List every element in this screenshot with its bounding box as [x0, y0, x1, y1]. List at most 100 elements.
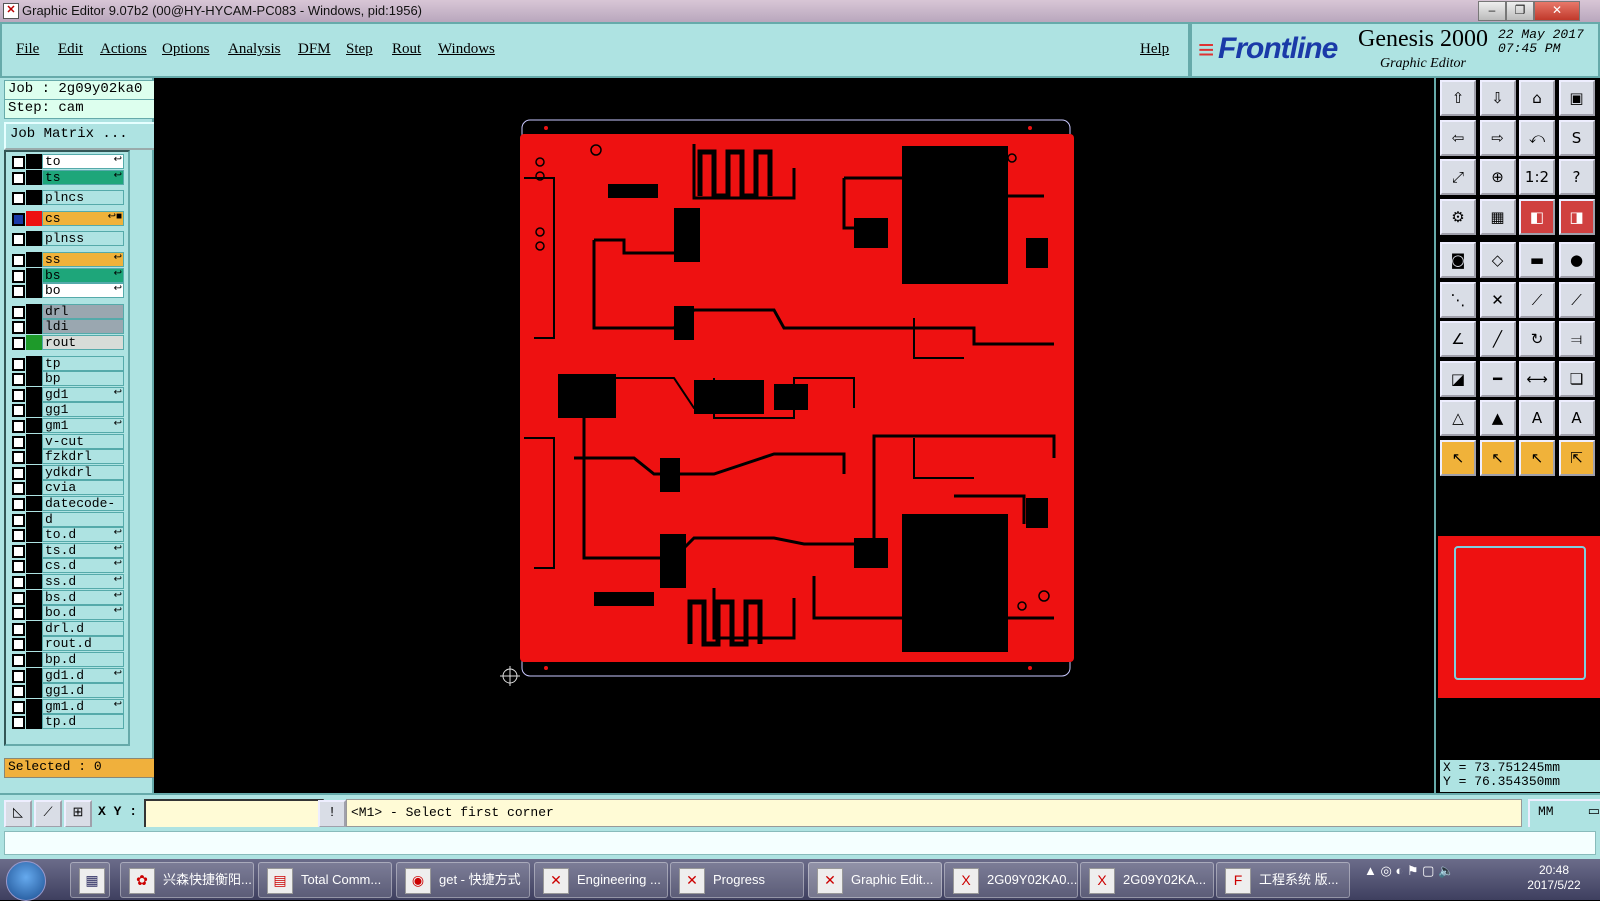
layer-row-bs-d[interactable]: bs.d ↩ [8, 589, 126, 605]
layer-name[interactable]: tp [42, 355, 124, 371]
layer-checkbox[interactable] [12, 669, 25, 683]
layer-checkbox[interactable] [12, 321, 25, 335]
layer-row-fzkdrl[interactable]: fzkdrl [8, 449, 126, 465]
layer-name[interactable]: cs.d [42, 558, 124, 574]
menu-analysis[interactable]: Analysis [228, 41, 281, 58]
layer-name[interactable]: drl [42, 303, 124, 319]
layer-checkbox[interactable] [12, 544, 25, 558]
taskbar-item[interactable]: X 2G09Y02KA0... [944, 862, 1078, 898]
layer-row-gm1-d[interactable]: gm1.d ↩ [8, 698, 126, 714]
snap-icon[interactable]: ⚙ [1440, 198, 1476, 235]
layer-row-tp[interactable]: tp [8, 355, 126, 371]
layer-checkbox[interactable] [12, 269, 25, 283]
taskbar-item[interactable]: ✕ Graphic Edit... [808, 862, 942, 898]
layer-checkbox[interactable] [12, 337, 25, 350]
system-tray[interactable]: ▲ ◎ ◐ ⚑ ▢ 🔈 [1364, 863, 1534, 895]
show-desktop-icon[interactable]: ▦ [70, 862, 110, 898]
layer-checkbox[interactable] [12, 513, 25, 527]
layer-name[interactable]: fzkdrl [42, 449, 124, 465]
snap-mode-icon[interactable]: ◺ [4, 800, 32, 828]
taskbar-item[interactable]: ✕ Progress [670, 862, 804, 898]
home-icon[interactable]: ⌂ [1519, 80, 1555, 116]
layer-checkbox[interactable] [12, 482, 25, 496]
layer-name[interactable]: gm1 [42, 418, 124, 433]
pointer-icon[interactable]: ↖ [1440, 439, 1476, 476]
layer-name[interactable]: ldi [42, 319, 124, 335]
layer-name[interactable]: plncs [42, 190, 124, 206]
taskbar-item[interactable]: X 2G09Y02KA... [1080, 862, 1214, 898]
layer-name[interactable]: d [42, 511, 124, 527]
layer-checkbox[interactable] [12, 420, 25, 433]
scale-icon[interactable]: 1:2 [1519, 159, 1555, 195]
layer-checkbox[interactable] [12, 654, 25, 667]
layer-checkbox[interactable] [12, 685, 25, 699]
layer-checkbox[interactable] [12, 638, 25, 652]
info-icon[interactable]: ! [318, 800, 346, 828]
layer-name[interactable]: bp [42, 371, 124, 387]
layer-checkbox[interactable] [12, 716, 25, 730]
maximize-button[interactable]: ❐ [1506, 1, 1534, 21]
pad-add-icon[interactable]: ◪ [1440, 360, 1476, 397]
layer-checkbox[interactable] [12, 212, 25, 226]
layer-name[interactable]: bs.d [42, 589, 124, 605]
layer-checkbox[interactable] [12, 171, 25, 185]
zoom-home-icon[interactable]: ⊕ [1479, 159, 1516, 195]
menu-step[interactable]: Step [346, 41, 373, 58]
units-button[interactable]: MM ▭ [1528, 799, 1600, 829]
layer-checkbox[interactable] [12, 192, 25, 206]
copy-icon[interactable]: ❏ [1558, 360, 1595, 397]
layer-row-bs[interactable]: bs ↩ [8, 267, 126, 283]
minimize-button[interactable]: ‒ [1478, 1, 1506, 21]
layer-name[interactable]: bo.d [42, 605, 124, 621]
triangle-1-icon[interactable]: △ [1440, 400, 1476, 436]
dash-icon[interactable]: ━ [1479, 360, 1516, 397]
dot-icon[interactable]: ● [1558, 242, 1595, 278]
layer-name[interactable]: cvia [42, 480, 124, 496]
layer-name[interactable]: ss [42, 252, 124, 267]
triangle-2-icon[interactable]: ▲ [1479, 400, 1516, 436]
layer-name[interactable]: gg1 [42, 402, 124, 418]
layer-checkbox[interactable] [12, 156, 25, 169]
shape-icon[interactable]: ◇ [1479, 242, 1516, 278]
measure-mode-icon[interactable]: ⟋ [34, 800, 62, 828]
grid-icon[interactable]: ▦ [1479, 198, 1516, 235]
move-left-icon[interactable]: ⇦ [1440, 119, 1476, 156]
menu-options[interactable]: Options [162, 41, 210, 58]
arc-icon[interactable]: ↻ [1519, 321, 1555, 357]
layer-checkbox[interactable] [12, 591, 25, 605]
layer-row-gg1-d[interactable]: gg1.d [8, 683, 126, 699]
layer-name[interactable]: v-cut [42, 433, 124, 449]
layer-name[interactable]: bs [42, 267, 124, 283]
redraw-icon[interactable]: S [1558, 119, 1595, 156]
taskbar-item[interactable]: ✿ 兴森快捷衡阳... [120, 862, 254, 898]
layer-row-ts-d[interactable]: ts.d ↩ [8, 542, 126, 558]
layer-row-v-cut[interactable]: v-cut [8, 433, 126, 449]
layer-checkbox[interactable] [12, 254, 25, 267]
layer-row-datecode-to[interactable]: datecode-to [8, 496, 126, 525]
layer-row-bo[interactable]: bo ↩ [8, 283, 126, 299]
layer-name[interactable]: rout.d [42, 636, 124, 652]
taskbar-item[interactable]: ◉ get - 快捷方式 [396, 862, 530, 898]
layer-row-d[interactable]: d [8, 511, 126, 527]
line-icon[interactable]: ⟋ [1519, 281, 1555, 318]
layer-name[interactable]: ss.d [42, 574, 124, 589]
pointer-2-icon[interactable]: ↖ [1479, 439, 1516, 476]
layer-checkbox[interactable] [12, 498, 25, 511]
taskbar-item[interactable]: ▤ Total Comm... [258, 862, 392, 898]
layer-checkbox[interactable] [12, 466, 25, 480]
triangle-3-icon[interactable]: A [1519, 400, 1555, 436]
layer-row-to-d[interactable]: to.d ↩ [8, 527, 126, 543]
layer-row-tp-d[interactable]: tp.d [8, 714, 126, 730]
layer-row-gd1-d[interactable]: gd1.d ↩ [8, 667, 126, 683]
pad-icon[interactable]: ◙ [1440, 242, 1476, 278]
layer-row-cvia[interactable]: cvia [8, 480, 126, 496]
taskbar-item[interactable]: F 工程系统 版... [1216, 862, 1350, 898]
layer-name[interactable]: gm1.d [42, 698, 124, 714]
measure-icon[interactable]: ⟷ [1519, 360, 1555, 397]
taskbar-item[interactable]: ✕ Engineering ... [534, 862, 668, 898]
layer-name[interactable]: bo [42, 283, 124, 299]
layer-row-bp-d[interactable]: bp.d [8, 652, 126, 667]
window-icon[interactable]: ▣ [1558, 80, 1595, 116]
layer-name[interactable]: ydkdrl [42, 464, 124, 480]
layer-checkbox[interactable] [12, 388, 25, 402]
